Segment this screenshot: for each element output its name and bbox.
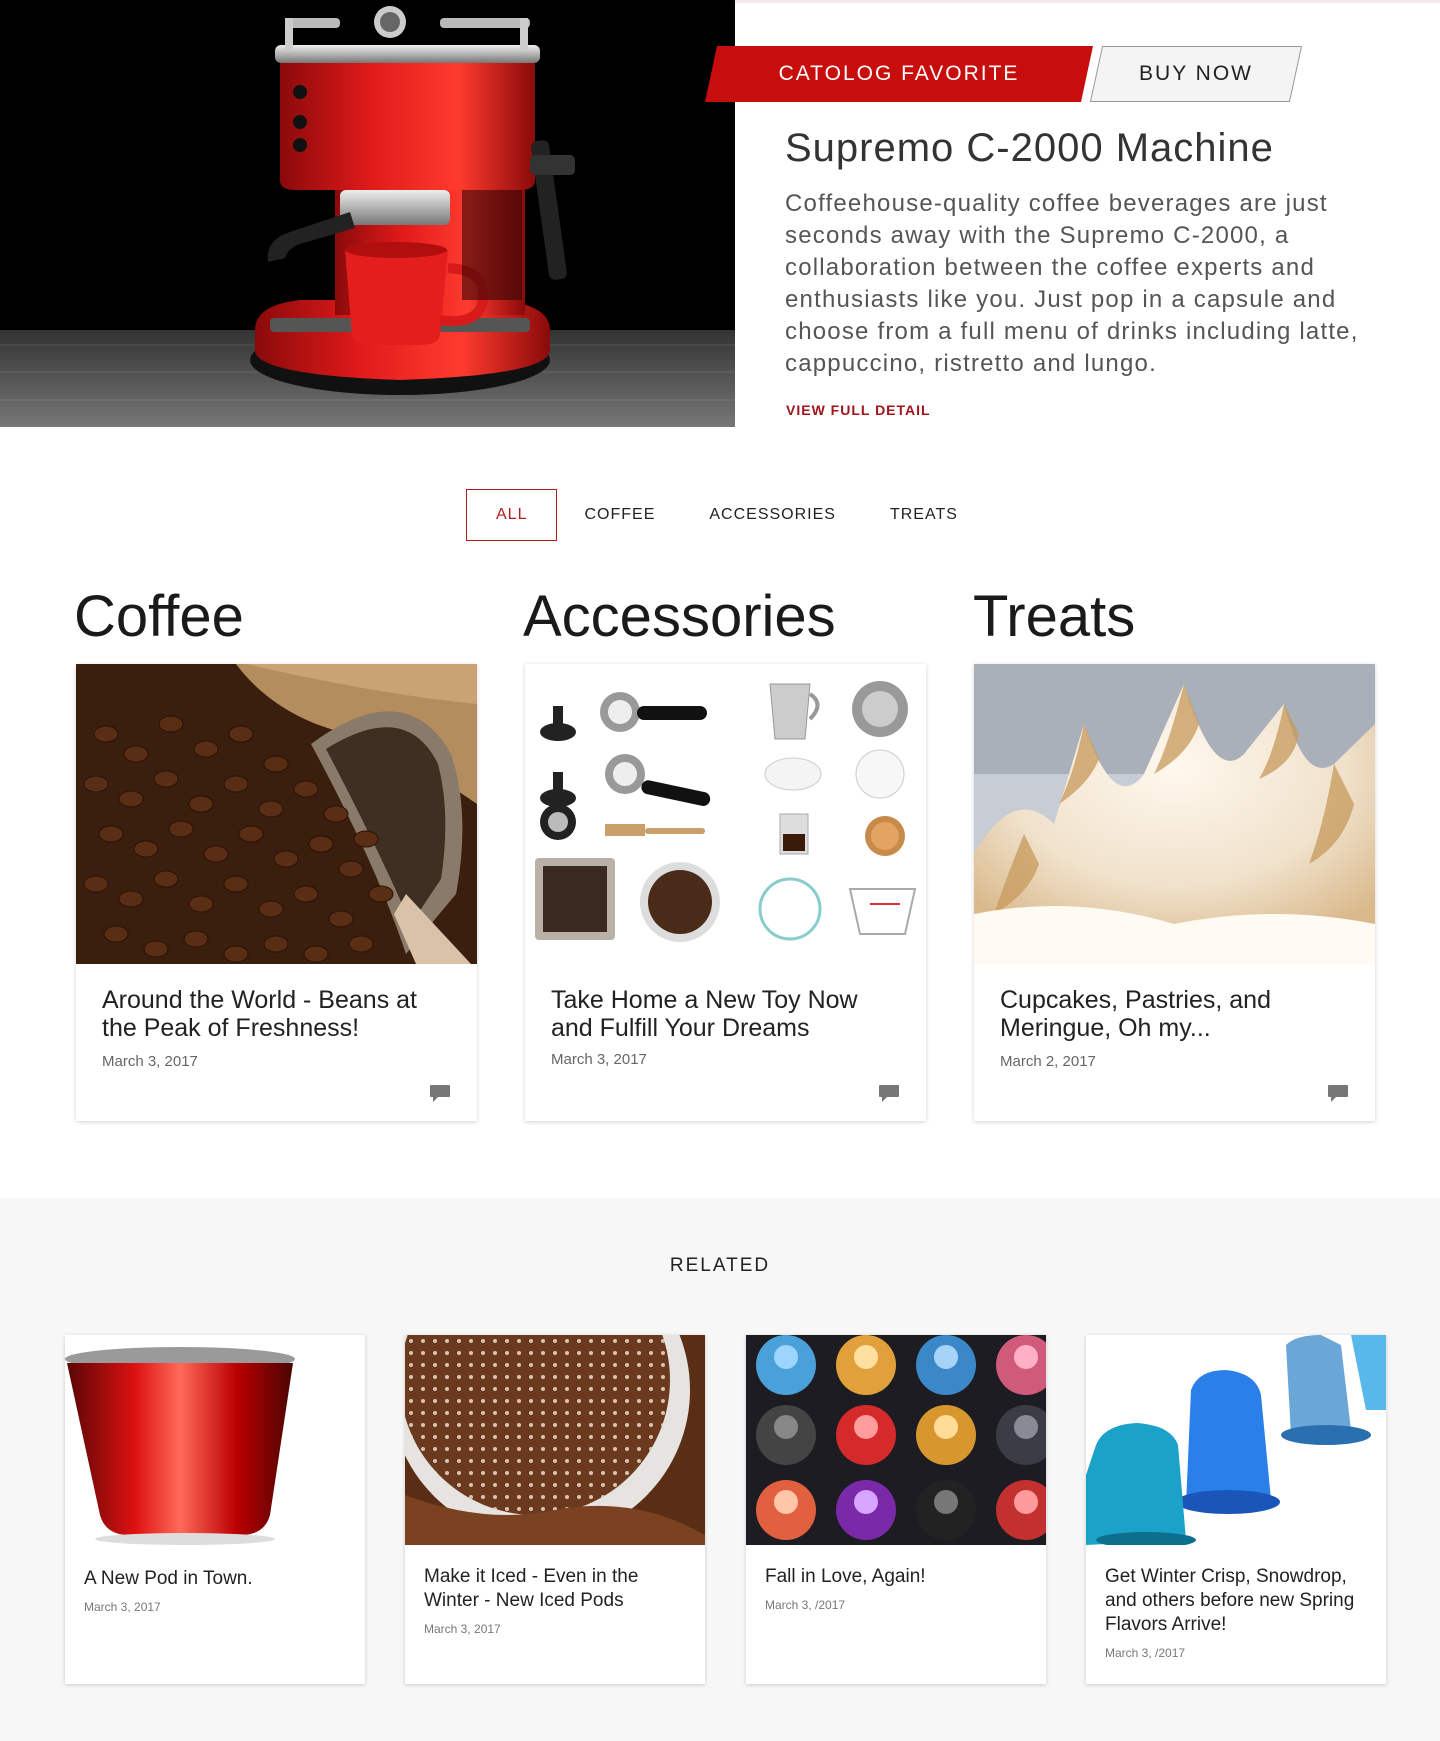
hero-description: Coffeehouse-quality coffee beverages are… xyxy=(785,190,1359,377)
related-card-title[interactable]: Fall in Love, Again! xyxy=(765,1566,926,1587)
coffee-heading: Coffee xyxy=(74,584,244,649)
accessories-image xyxy=(525,664,926,964)
accessories-heading: Accessories xyxy=(523,584,836,649)
tab-accessories[interactable]: ACCESSORIES xyxy=(682,489,863,541)
category-filter-tabs: ALL COFFEE ACCESSORIES TREATS xyxy=(466,489,985,541)
coffee-card[interactable]: Around the World - Beans at the Peak of … xyxy=(76,664,477,1121)
tab-all[interactable]: ALL xyxy=(466,489,558,541)
accessories-card[interactable]: Take Home a New Toy Now and Fulfill Your… xyxy=(525,664,926,1121)
tab-coffee[interactable]: COFFEE xyxy=(557,489,682,541)
related-heading: RELATED xyxy=(669,1255,771,1276)
related-section: RELATED A New Pod in Town. March 3, 2017 xyxy=(0,1198,1440,1741)
comment-icon[interactable] xyxy=(1327,1084,1349,1104)
pods-tray-image xyxy=(746,1335,1046,1545)
related-card-date: March 3, 2017 xyxy=(84,1600,161,1614)
related-card-new-pod[interactable]: A New Pod in Town. March 3, 2017 xyxy=(65,1335,365,1684)
blue-pods-image xyxy=(1086,1335,1386,1545)
comment-icon[interactable] xyxy=(878,1084,900,1104)
related-card-date: March 3, /2017 xyxy=(1105,1646,1186,1660)
hero-section: CATOLOG FAVORITE BUY NOW Supremo C-2000 … xyxy=(0,0,1440,427)
related-card-title[interactable]: A New Pod in Town. xyxy=(84,1568,253,1589)
related-card-date: March 3, 2017 xyxy=(424,1622,501,1636)
meringue-image xyxy=(974,664,1375,964)
related-card-title[interactable]: Make it Iced - Even in the Winter - New … xyxy=(424,1566,638,1611)
view-full-detail-link[interactable]: VIEW FULL DETAIL xyxy=(786,402,931,418)
comment-icon[interactable] xyxy=(429,1084,451,1104)
treats-card-title[interactable]: Cupcakes, Pastries, and Meringue, Oh my.… xyxy=(1000,986,1340,1042)
tab-treats[interactable]: TREATS xyxy=(863,489,985,541)
related-card-fall[interactable]: Fall in Love, Again! March 3, /2017 xyxy=(746,1335,1046,1684)
hero-top-divider xyxy=(735,0,1440,3)
treats-card[interactable]: Cupcakes, Pastries, and Meringue, Oh my.… xyxy=(974,664,1375,1121)
hero-badges: CATOLOG FAVORITE BUY NOW xyxy=(705,46,1302,102)
treats-heading: Treats xyxy=(973,584,1136,649)
related-card-title[interactable]: Get Winter Crisp, Snowdrop, and others b… xyxy=(1105,1566,1354,1635)
related-card-iced[interactable]: Make it Iced - Even in the Winter - New … xyxy=(405,1335,705,1684)
coffee-card-date: March 3, 2017 xyxy=(102,1053,198,1070)
related-card-date: March 3, /2017 xyxy=(765,1598,846,1612)
related-card-content: Make it Iced - Even in the Winter - New … xyxy=(424,1565,694,1641)
buy-now-button[interactable]: BUY NOW xyxy=(1090,46,1302,102)
related-card-winter[interactable]: Get Winter Crisp, Snowdrop, and others b… xyxy=(1086,1335,1386,1684)
red-pod-image xyxy=(65,1335,365,1545)
related-card-content: Get Winter Crisp, Snowdrop, and others b… xyxy=(1105,1565,1375,1665)
hero-machine-image xyxy=(0,0,735,427)
accessories-card-date: March 3, 2017 xyxy=(551,1051,647,1068)
related-card-content: A New Pod in Town. March 3, 2017 xyxy=(84,1567,354,1619)
coffee-card-title[interactable]: Around the World - Beans at the Peak of … xyxy=(102,986,442,1042)
accessories-card-title[interactable]: Take Home a New Toy Now and Fulfill Your… xyxy=(551,986,891,1042)
hero-title: Supremo C-2000 Machine xyxy=(785,126,1274,170)
iced-pod-image xyxy=(405,1335,705,1545)
related-card-content: Fall in Love, Again! March 3, /2017 xyxy=(765,1565,1035,1617)
treats-card-date: March 2, 2017 xyxy=(1000,1053,1096,1070)
catalog-favorite-badge: CATOLOG FAVORITE xyxy=(705,46,1093,102)
coffee-beans-image xyxy=(76,664,477,964)
